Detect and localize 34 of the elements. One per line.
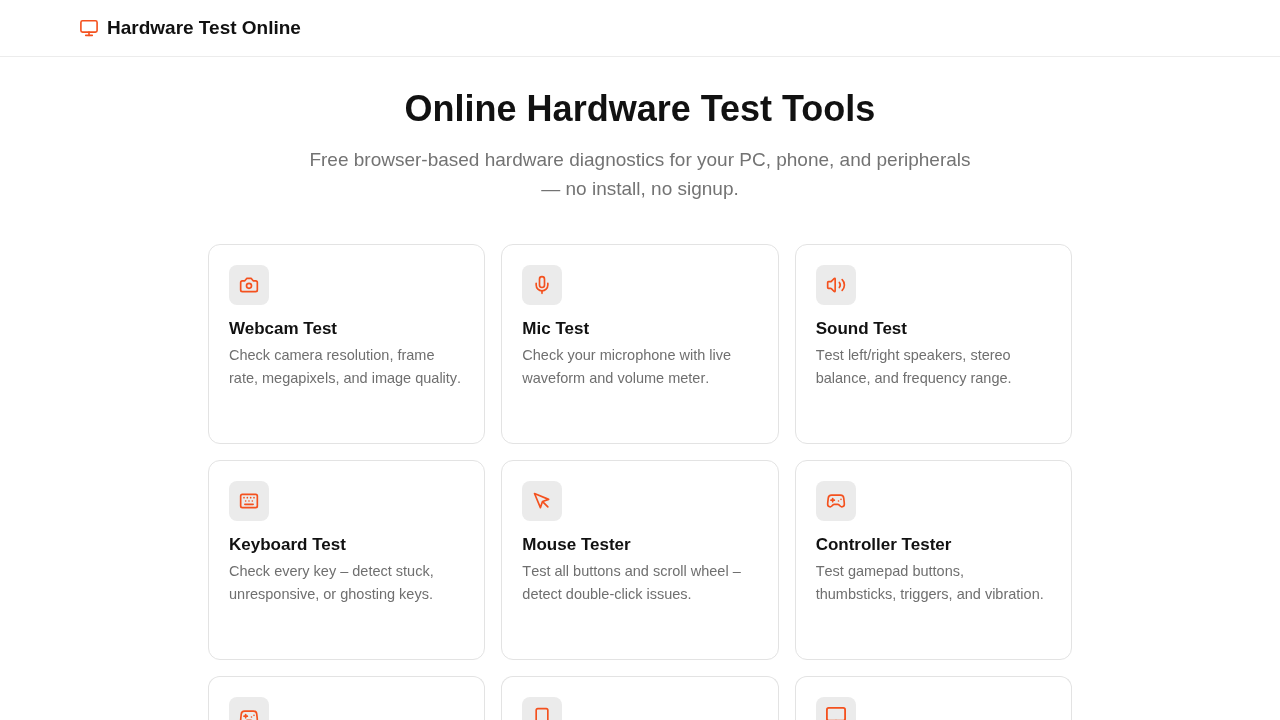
- site-title[interactable]: Hardware Test Online: [107, 17, 301, 39]
- tool-card[interactable]: Mouse Tester Test all buttons and scroll wheel – detect double-click issues.: [501, 460, 779, 660]
- card-title: Mouse Tester: [522, 534, 632, 556]
- card-description: Check camera resolution, frame rate, megapixels, and image quality.: [229, 346, 462, 388]
- monitor-icon: [80, 19, 98, 37]
- tool-card[interactable]: [501, 676, 779, 720]
- tool-card[interactable]: Webcam Test Check camera resolution, frame rate, megapixels, and image quality.: [208, 244, 486, 444]
- smartphone-icon: [522, 697, 563, 720]
- microphone-icon: [522, 265, 563, 305]
- tool-card[interactable]: [208, 676, 486, 720]
- tool-card[interactable]: Sound Test Test left/right speakers, stereo balance, and frequency range.: [794, 244, 1072, 444]
- card-title: Keyboard Test: [229, 534, 347, 556]
- card-description: Test gamepad buttons, thumbsticks, triggers, and vibration.: [815, 562, 1045, 604]
- card-description: Check every key – detect stuck, unresponsive, or ghosting keys.: [229, 562, 435, 604]
- keyboard-icon: [229, 481, 269, 521]
- card-description: Test left/right speakers, stereo balance, and frequency range.: [815, 346, 1013, 388]
- tool-card[interactable]: Controller Tester Test gamepad buttons, thumbsticks, triggers, and vibration.: [794, 460, 1072, 660]
- camera-icon: [229, 265, 269, 305]
- tool-card[interactable]: Mic Test Check your microphone with live waveform and volume meter.: [501, 244, 779, 444]
- monitor-icon: [815, 697, 856, 720]
- gamepad-icon: [229, 697, 269, 720]
- tool-card[interactable]: [794, 676, 1072, 720]
- card-title: Webcam Test: [229, 318, 339, 340]
- card-description: Check your microphone with live waveform and volume meter.: [522, 346, 733, 388]
- gamepad-icon: [815, 481, 856, 521]
- speaker-icon: [815, 265, 856, 305]
- tool-card[interactable]: Keyboard Test Check every key – detect stuck, unresponsive, or ghosting keys.: [208, 460, 486, 660]
- page-heading: Online Hardware Test Tools: [404, 87, 876, 130]
- cursor-icon: [522, 481, 563, 521]
- card-title: Mic Test: [522, 318, 591, 340]
- card-title: Controller Tester: [815, 534, 953, 556]
- card-title: Sound Test: [815, 318, 908, 340]
- card-description: Test all buttons and scroll wheel – detect double-click issues.: [522, 562, 742, 604]
- page-subtitle: Free browser-based hardware diagnostics for your PC, phone, and peripherals — no install, no signup.: [308, 148, 972, 201]
